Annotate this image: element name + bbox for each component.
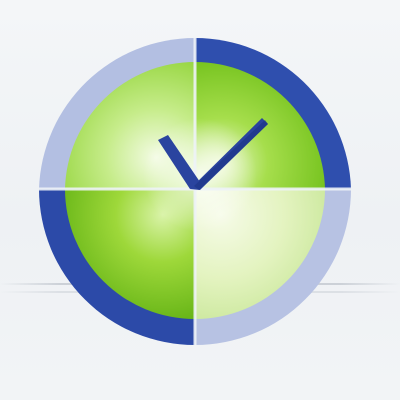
clock-checkmark-icon (0, 0, 400, 400)
app-icon-canvas (0, 0, 400, 400)
